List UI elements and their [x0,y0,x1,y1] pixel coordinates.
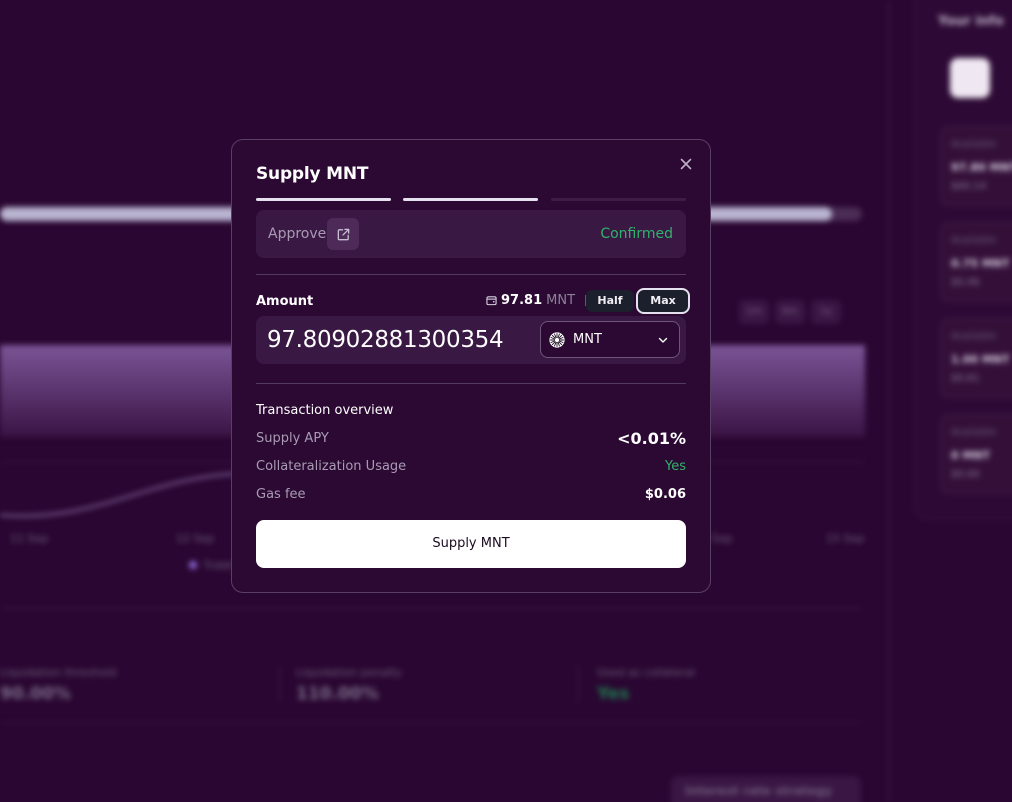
stat-label: Liquidation penalty [296,666,402,679]
info-card: Available 97.80 MNT $60.14 [940,126,1012,206]
info-card-sub: $0.46 [951,277,980,288]
max-button[interactable]: Max [636,288,690,314]
chart-curve [0,471,261,518]
your-info-title: Your info [938,14,1004,29]
divider [256,274,686,275]
wallet-icon [950,58,990,98]
step-indicator-2 [403,198,538,201]
wallet-balance: 97.81 MNT [486,293,587,308]
overview-row-gas-fee: Gas fee $0.06 [256,487,686,507]
balance-symbol: MNT [546,293,576,308]
info-card-sub: $0.61 [951,373,980,384]
gas-fee-value: $0.06 [644,487,686,502]
view-transaction-button[interactable] [327,218,359,250]
chevron-down-icon [658,337,668,343]
info-card-value: 1.00 MNT [951,353,1010,366]
token-name: MNT [573,332,602,347]
amount-input[interactable] [267,324,527,356]
overview-label: Gas fee [256,487,306,502]
info-card-value: 97.80 MNT [951,161,1012,174]
amount-label: Amount [256,294,314,309]
info-card-sub: $0.00 [951,469,980,480]
info-card-label: Available [951,139,997,150]
collateralization-value: Yes [665,459,686,474]
supply-button[interactable]: Supply MNT [256,520,686,568]
overview-label: Collateralization Usage [256,459,407,474]
overview-label: Supply APY [256,431,329,446]
axis-label: 12 Sep [176,532,215,545]
overview-row-collateralization: Collateralization Usage Yes [256,459,686,479]
stat-value: Yes [597,684,630,704]
info-card: Available 0 MNT $0.00 [940,414,1012,494]
approve-step: Approve Confirmed [256,210,686,258]
mnt-token-icon [549,332,565,348]
half-button[interactable]: Half [586,290,634,312]
overview-row-supply-apy: Supply APY <0.01% [256,429,686,451]
close-icon [680,158,692,170]
divider [0,722,862,723]
info-card-value: 0.75 MNT [951,257,1010,270]
supply-apy-value: <0.01% [617,429,686,448]
axis-label: 11 Sep [10,532,49,545]
stat-separator [578,664,579,704]
interest-rate-strategy-button[interactable]: Interest rate strategy [671,776,861,802]
step-indicator-1 [256,198,391,201]
info-card-label: Available [951,235,997,246]
external-link-icon [337,228,349,240]
info-card-label: Available [951,331,997,342]
info-card-sub: $60.14 [951,181,986,192]
axis-label: 15 Sep [826,532,865,545]
stat-value: 110.00% [296,684,379,704]
amount-field: MNT [256,316,686,364]
info-card: Available 1.00 MNT $0.61 [940,318,1012,398]
transaction-overview-title: Transaction overview [256,403,394,418]
column-divider [888,0,890,802]
range-button-1m[interactable]: 1m [739,300,769,324]
balance-value: 97.81 [501,293,543,308]
supply-modal: Supply MNT Approve Confirmed Amount 97.8… [231,139,711,593]
close-button[interactable] [677,155,695,173]
wallet-icon [486,296,497,306]
step-indicator-3 [551,198,686,201]
stat-label: Used as collateral [597,666,696,679]
info-card-label: Available [951,427,997,438]
legend-dot [189,561,197,569]
divider [256,383,686,384]
info-card: Available 0.75 MNT $0.46 [940,222,1012,302]
modal-title: Supply MNT [256,164,369,184]
stat-label: Liquidation threshold [0,666,117,679]
token-select[interactable]: MNT [540,321,680,358]
approve-status: Confirmed [600,226,673,242]
info-card-value: 0 MNT [951,449,991,462]
range-button-6m[interactable]: 6m [775,300,805,324]
stat-separator [279,664,280,704]
divider [0,608,862,609]
range-button-1y[interactable]: 1y [811,300,841,324]
approve-label: Approve [268,226,327,242]
stat-value: 90.00% [0,684,71,704]
